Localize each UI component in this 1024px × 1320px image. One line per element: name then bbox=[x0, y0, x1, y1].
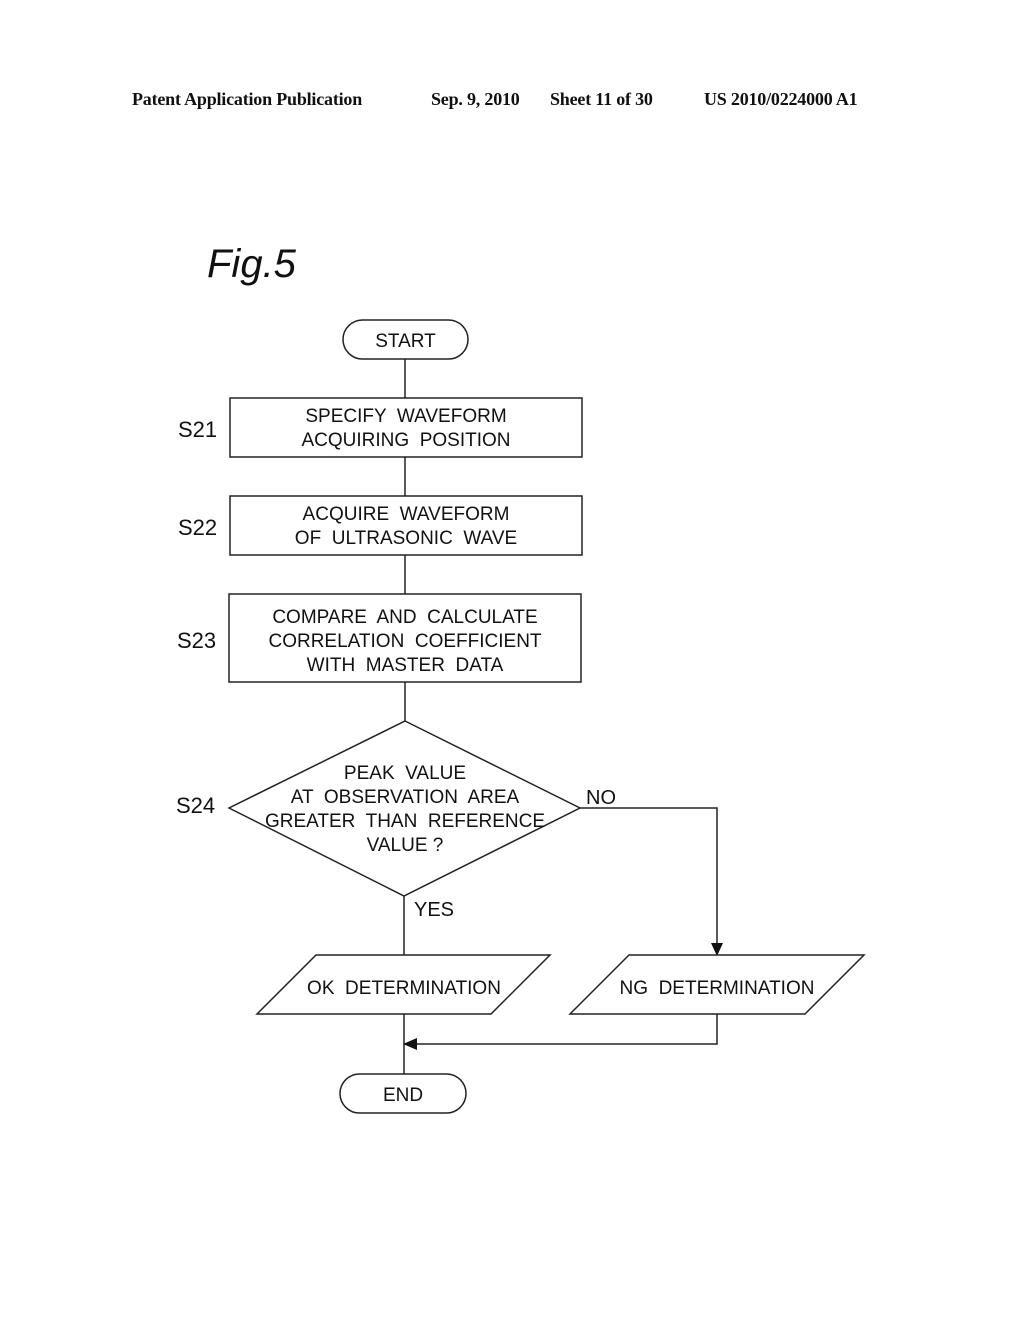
io-ng-determination: NG DETERMINATION bbox=[568, 954, 866, 1015]
step-text-line: SPECIFY WAVEFORM bbox=[305, 406, 506, 427]
connector-ng-merge bbox=[415, 1014, 718, 1045]
connector-no bbox=[580, 807, 718, 945]
decision-text-line: AT OBSERVATION AREA bbox=[291, 787, 520, 808]
step-id-s22: S22 bbox=[178, 515, 217, 540]
decision-text-line: PEAK VALUE bbox=[344, 763, 466, 784]
ng-determination-label: NG DETERMINATION bbox=[620, 978, 815, 999]
process-step-s22: ACQUIRE WAVEFORM OF ULTRASONIC WAVE bbox=[229, 495, 583, 556]
decision-s24: PEAK VALUE AT OBSERVATION AREA GREATER T… bbox=[227, 720, 582, 897]
start-terminal: START bbox=[342, 319, 469, 360]
decision-text-line: VALUE ? bbox=[367, 835, 444, 856]
arrow-down-icon bbox=[711, 943, 723, 956]
step-text-line: ACQUIRING POSITION bbox=[301, 430, 510, 451]
end-label: END bbox=[383, 1085, 423, 1106]
decision-text-line: GREATER THAN REFERENCE bbox=[265, 811, 545, 832]
process-step-s23: COMPARE AND CALCULATE CORRELATION COEFFI… bbox=[228, 593, 582, 683]
start-label: START bbox=[375, 331, 436, 352]
step-text-line: WITH MASTER DATA bbox=[307, 655, 504, 676]
process-step-s21: SPECIFY WAVEFORM ACQUIRING POSITION bbox=[229, 397, 583, 458]
step-id-s21: S21 bbox=[178, 417, 217, 442]
end-terminal: END bbox=[339, 1073, 467, 1114]
step-id-s23: S23 bbox=[177, 628, 216, 653]
step-text-line: CORRELATION COEFFICIENT bbox=[268, 631, 541, 652]
ok-determination-label: OK DETERMINATION bbox=[307, 978, 501, 999]
no-branch-label: NO bbox=[586, 787, 616, 809]
step-text-line: ACQUIRE WAVEFORM bbox=[303, 504, 510, 525]
step-text-line: COMPARE AND CALCULATE bbox=[272, 607, 537, 628]
flowchart: START SPECIFY WAVEFORM ACQUIRING POSITIO… bbox=[176, 319, 866, 1114]
yes-branch-label: YES bbox=[414, 899, 454, 921]
io-ok-determination: OK DETERMINATION bbox=[255, 954, 552, 1015]
step-text-line: OF ULTRASONIC WAVE bbox=[295, 528, 517, 549]
arrow-left-icon bbox=[403, 1038, 417, 1050]
step-id-s24: S24 bbox=[176, 793, 215, 818]
